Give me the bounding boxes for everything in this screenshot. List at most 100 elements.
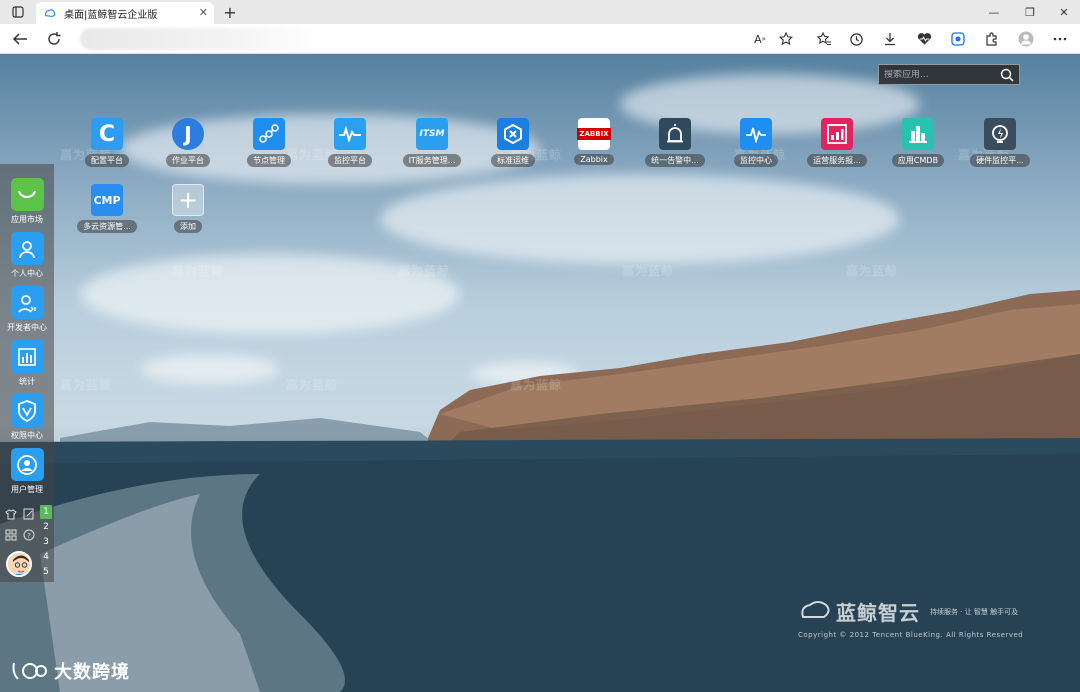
job-j-icon: J — [172, 118, 204, 150]
browser-health-icon[interactable] — [914, 29, 934, 49]
cmp-icon: CMP — [91, 184, 123, 216]
dock-label: 权限中心 — [11, 431, 43, 440]
app-label: 添加 — [174, 220, 202, 233]
page-indicator-1[interactable]: 1 — [40, 505, 52, 519]
refresh-icon[interactable] — [44, 29, 64, 49]
browser-tab-active[interactable]: 桌面|蓝鲸智云企业版 ✕ — [36, 2, 214, 24]
app-standard-ops[interactable]: 标准运维 — [473, 118, 553, 178]
dock-item-user-manage[interactable]: 用户管理 — [0, 448, 54, 502]
close-window-button[interactable]: ✕ — [1046, 0, 1080, 24]
favorites-icon[interactable] — [814, 29, 834, 49]
app-ops-report[interactable]: 运营服务报... — [797, 118, 877, 178]
svg-text:?: ? — [27, 532, 31, 540]
watermark-text: 嘉为蓝鲸 — [172, 264, 225, 278]
corner-logo-name: 大数跨境 — [54, 662, 130, 683]
search-icon[interactable] — [1000, 68, 1014, 82]
app-config-platform[interactable]: C 配置平台 — [67, 118, 147, 178]
left-dock: 应用市场 个人中心 开发者中心 统计 权限中心 用户管理 ? 1 2 3 4 5 — [0, 164, 54, 582]
history-icon[interactable] — [846, 29, 866, 49]
page-indicator-4[interactable]: 4 — [40, 550, 52, 564]
app-multi-cloud[interactable]: CMP 多云资源管... — [67, 184, 147, 244]
note-edit-icon[interactable] — [22, 507, 36, 521]
read-aloud-icon[interactable]: A» — [750, 29, 770, 49]
back-arrow-icon[interactable] — [10, 29, 30, 49]
permission-center-icon — [10, 394, 44, 427]
statistics-icon — [10, 340, 44, 373]
tab-actions-icon[interactable] — [0, 0, 36, 24]
app-hardware-monitor[interactable]: 硬件监控平... — [960, 118, 1040, 178]
developer-center-icon — [10, 286, 44, 319]
add-favorite-icon[interactable] — [776, 29, 796, 49]
extensions-icon[interactable] — [982, 29, 1002, 49]
app-search-input[interactable] — [884, 69, 1000, 80]
app-label: 统一告警中... — [645, 154, 705, 167]
monitor-wave-icon — [334, 118, 366, 150]
zabbix-icon: ZABBIX — [577, 118, 611, 150]
browser-toolbar: A» — [0, 24, 1080, 54]
app-market-icon — [10, 178, 44, 211]
app-label: 监控中心 — [734, 154, 778, 167]
watermark-text: 嘉为蓝鲸 — [60, 378, 113, 392]
app-label: 配置平台 — [85, 154, 129, 167]
bluking-logo-icon — [801, 601, 830, 618]
user-avatar[interactable] — [6, 551, 32, 577]
dock-label: 个人中心 — [11, 269, 43, 278]
dock-label: 用户管理 — [11, 485, 43, 494]
corner-watermark-logo: 大数跨境 — [10, 658, 130, 684]
dock-item-developer-center[interactable]: 开发者中心 — [0, 286, 54, 340]
app-itsm[interactable]: ITSM IT服务管理... — [392, 118, 472, 178]
app-label: 运营服务报... — [807, 154, 867, 167]
watermark-text: 嘉为蓝鲸 — [622, 264, 675, 278]
page-indicator-2[interactable]: 2 — [40, 520, 52, 534]
user-manage-icon — [10, 448, 44, 481]
grid-apps-icon[interactable] — [4, 528, 18, 542]
shirt-skin-icon[interactable] — [4, 507, 18, 521]
help-icon[interactable]: ? — [22, 528, 36, 542]
dock-label: 开发者中心 — [7, 323, 47, 332]
app-cmdb-icon — [902, 118, 934, 150]
minimize-button[interactable]: — — [976, 0, 1012, 24]
app-label: 作业平台 — [166, 154, 210, 167]
tab-close-icon[interactable]: ✕ — [199, 6, 208, 19]
alarm-icon — [659, 118, 691, 150]
app-zabbix[interactable]: ZABBIX Zabbix — [554, 118, 634, 178]
dock-item-permission-center[interactable]: 权限中心 — [0, 394, 54, 448]
app-unified-alarm[interactable]: 统一告警中... — [635, 118, 715, 178]
watermark-text: 嘉为蓝鲸 — [398, 264, 451, 278]
watermark-text: 嘉为蓝鲸 — [510, 378, 563, 392]
download-icon[interactable] — [880, 29, 900, 49]
tab-title: 桌面|蓝鲸智云企业版 — [64, 9, 158, 21]
dock-label: 应用市场 — [11, 215, 43, 224]
add-icon: + — [172, 184, 204, 216]
hardware-icon — [984, 118, 1016, 150]
new-tab-button[interactable]: + — [220, 1, 240, 23]
page-indicator-5[interactable]: 5 — [40, 565, 52, 579]
desktop-area: 嘉为蓝鲸 嘉为蓝鲸 嘉为蓝鲸 嘉为蓝鲸 嘉为蓝鲸 嘉为蓝鲸 嘉为蓝鲸 嘉为蓝鲸 … — [0, 54, 1080, 692]
maximize-button[interactable]: ❐ — [1012, 0, 1048, 24]
app-cmdb[interactable]: 应用CMDB — [878, 118, 958, 178]
node-icon — [253, 118, 285, 150]
app-label: 硬件监控平... — [970, 154, 1030, 167]
profile-icon[interactable] — [1016, 29, 1036, 49]
app-job-platform[interactable]: J 作业平台 — [148, 118, 228, 178]
app-monitor-platform[interactable]: 监控平台 — [310, 118, 390, 178]
watermark-text: 嘉为蓝鲸 — [286, 378, 339, 392]
monitor-center-icon — [740, 118, 772, 150]
address-bar[interactable] — [80, 28, 320, 50]
dock-item-statistics[interactable]: 统计 — [0, 340, 54, 394]
dock-label: 统计 — [19, 377, 35, 386]
app-node-manager[interactable]: 节点管理 — [229, 118, 309, 178]
app-monitor-center[interactable]: 监控中心 — [716, 118, 796, 178]
edge-extension-icon[interactable] — [948, 29, 968, 49]
app-add[interactable]: + 添加 — [148, 184, 228, 244]
app-label: 节点管理 — [247, 154, 291, 167]
app-label: 多云资源管... — [77, 220, 137, 233]
dock-item-app-market[interactable]: 应用市场 — [0, 178, 54, 232]
cmdb-c-icon: C — [91, 118, 123, 150]
brand-name: 蓝鲸智云 — [836, 601, 920, 625]
page-indicator-3[interactable]: 3 — [40, 535, 52, 549]
more-menu-icon[interactable] — [1050, 29, 1070, 49]
watermark-text: 嘉为蓝鲸 — [846, 264, 899, 278]
dock-item-personal-center[interactable]: 个人中心 — [0, 232, 54, 286]
app-label: 标准运维 — [491, 154, 535, 167]
